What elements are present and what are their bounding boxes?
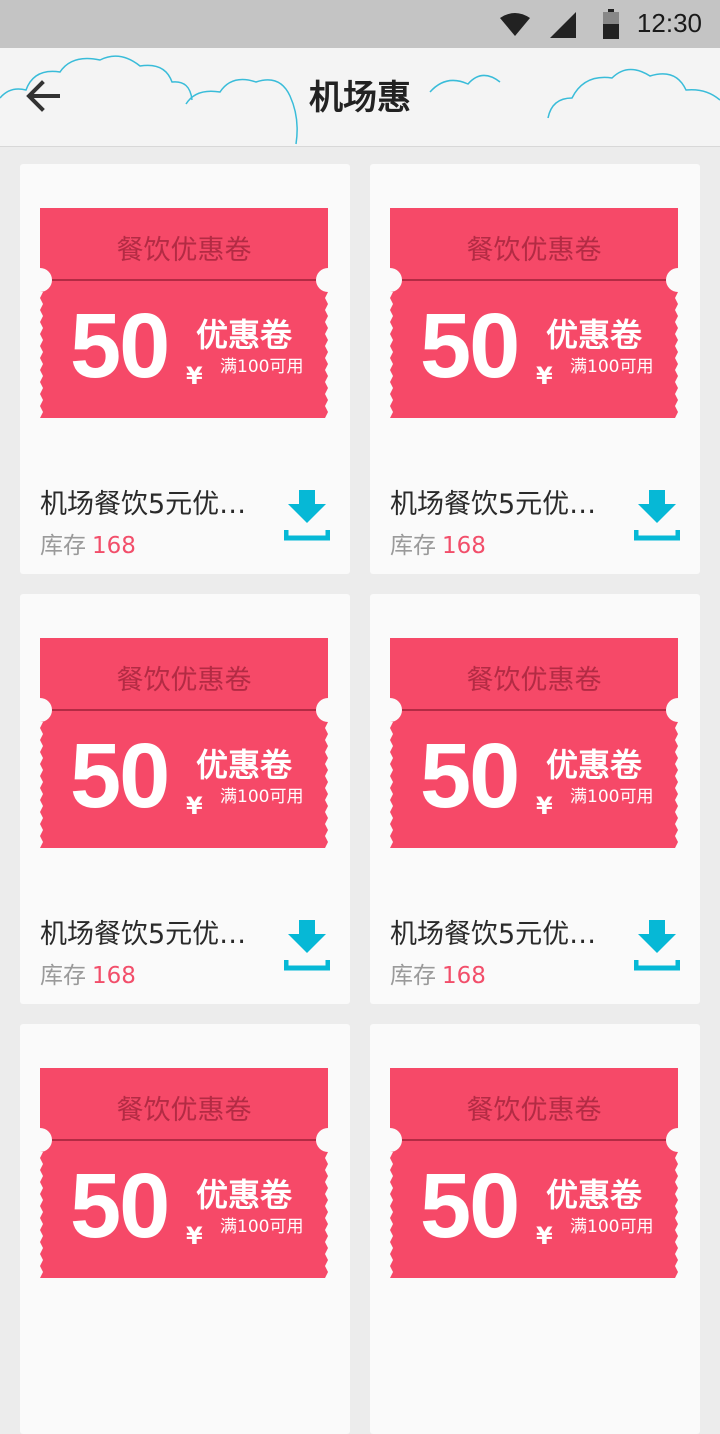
coupon-title: 优惠卷 bbox=[196, 1176, 293, 1214]
currency-symbol: ¥ bbox=[186, 362, 203, 390]
coupon-name: 机场餐饮5元优… bbox=[40, 919, 247, 950]
download-icon bbox=[633, 920, 681, 971]
coupon-title: 优惠卷 bbox=[546, 316, 643, 354]
download-button[interactable] bbox=[283, 490, 331, 542]
download-button[interactable] bbox=[633, 920, 681, 972]
coupon-ticket: 餐饮优惠卷 50 ¥ 优惠卷 满100可用 bbox=[390, 1068, 678, 1278]
coupon-condition: 满100可用 bbox=[570, 357, 654, 377]
currency-symbol: ¥ bbox=[186, 792, 203, 820]
stock-info: 库存 168 bbox=[390, 956, 486, 990]
coupon-condition: 满100可用 bbox=[570, 1217, 654, 1237]
coupon-card[interactable]: 餐饮优惠卷 50 ¥ 优惠卷 满100可用 机场餐饮5元优… 库存 168 bbox=[370, 594, 700, 1004]
coupon-label: 餐饮优惠卷 bbox=[466, 235, 602, 266]
download-icon bbox=[633, 490, 681, 541]
status-time: 12:30 bbox=[636, 8, 702, 38]
stock-count: 168 bbox=[92, 963, 136, 989]
coupon-label: 餐饮优惠卷 bbox=[116, 1095, 252, 1126]
stock-info: 库存 168 bbox=[40, 956, 136, 990]
coupon-amount: 50 bbox=[420, 725, 520, 827]
coupon-label: 餐饮优惠卷 bbox=[466, 1095, 602, 1126]
currency-symbol: ¥ bbox=[186, 1222, 203, 1250]
stock-label: 库存 bbox=[390, 533, 436, 559]
coupon-amount: 50 bbox=[70, 295, 170, 397]
currency-symbol: ¥ bbox=[536, 1222, 553, 1250]
battery-icon bbox=[603, 9, 619, 39]
coupon-name: 机场餐饮5元优… bbox=[390, 489, 597, 520]
coupon-card[interactable]: 餐饮优惠卷 50 ¥ 优惠卷 满100可用 机场餐饮5元优… 库存 168 bbox=[20, 164, 350, 574]
stock-info: 库存 168 bbox=[40, 526, 136, 560]
stock-count: 168 bbox=[92, 533, 136, 559]
coupon-amount: 50 bbox=[70, 725, 170, 827]
coupon-condition: 满100可用 bbox=[220, 1217, 304, 1237]
coupon-card[interactable]: 餐饮优惠卷 50 ¥ 优惠卷 满100可用 bbox=[20, 1024, 350, 1434]
download-button[interactable] bbox=[283, 920, 331, 972]
download-icon bbox=[283, 920, 331, 971]
coupon-ticket: 餐饮优惠卷 50 ¥ 优惠卷 满100可用 bbox=[40, 1068, 328, 1278]
app-bar: 机场惠 bbox=[0, 48, 720, 147]
coupon-ticket: 餐饮优惠卷 50 ¥ 优惠卷 满100可用 bbox=[40, 208, 328, 418]
stock-count: 168 bbox=[442, 533, 486, 559]
coupon-label: 餐饮优惠卷 bbox=[466, 665, 602, 696]
wifi-icon bbox=[500, 13, 530, 36]
coupon-amount: 50 bbox=[420, 1155, 520, 1257]
currency-symbol: ¥ bbox=[536, 792, 553, 820]
page-title: 机场惠 bbox=[309, 78, 411, 118]
coupon-name: 机场餐饮5元优… bbox=[390, 919, 597, 950]
download-button[interactable] bbox=[633, 490, 681, 542]
coupon-name: 机场餐饮5元优… bbox=[40, 489, 247, 520]
coupon-card[interactable]: 餐饮优惠卷 50 ¥ 优惠卷 满100可用 机场餐饮5元优… 库存 168 bbox=[370, 164, 700, 574]
coupon-card[interactable]: 餐饮优惠卷 50 ¥ 优惠卷 满100可用 机场餐饮5元优… 库存 168 bbox=[20, 594, 350, 1004]
coupon-title: 优惠卷 bbox=[546, 1176, 643, 1214]
coupon-amount: 50 bbox=[70, 1155, 170, 1257]
coupon-condition: 满100可用 bbox=[220, 787, 304, 807]
stock-label: 库存 bbox=[390, 963, 436, 989]
stock-info: 库存 168 bbox=[390, 526, 486, 560]
coupon-title: 优惠卷 bbox=[546, 746, 643, 784]
currency-symbol: ¥ bbox=[536, 362, 553, 390]
coupon-title: 优惠卷 bbox=[196, 746, 293, 784]
download-icon bbox=[283, 490, 331, 541]
coupon-condition: 满100可用 bbox=[220, 357, 304, 377]
stock-label: 库存 bbox=[40, 533, 86, 559]
coupon-label: 餐饮优惠卷 bbox=[116, 665, 252, 696]
status-bar: 12:30 bbox=[0, 0, 720, 48]
coupon-ticket: 餐饮优惠卷 50 ¥ 优惠卷 满100可用 bbox=[40, 638, 328, 848]
coupon-label: 餐饮优惠卷 bbox=[116, 235, 252, 266]
coupon-title: 优惠卷 bbox=[196, 316, 293, 354]
stock-label: 库存 bbox=[40, 963, 86, 989]
coupon-ticket: 餐饮优惠卷 50 ¥ 优惠卷 满100可用 bbox=[390, 208, 678, 418]
coupon-amount: 50 bbox=[420, 295, 520, 397]
coupon-card[interactable]: 餐饮优惠卷 50 ¥ 优惠卷 满100可用 bbox=[370, 1024, 700, 1434]
coupon-condition: 满100可用 bbox=[570, 787, 654, 807]
signal-icon bbox=[550, 12, 576, 38]
coupon-ticket: 餐饮优惠卷 50 ¥ 优惠卷 满100可用 bbox=[390, 638, 678, 848]
stock-count: 168 bbox=[442, 963, 486, 989]
